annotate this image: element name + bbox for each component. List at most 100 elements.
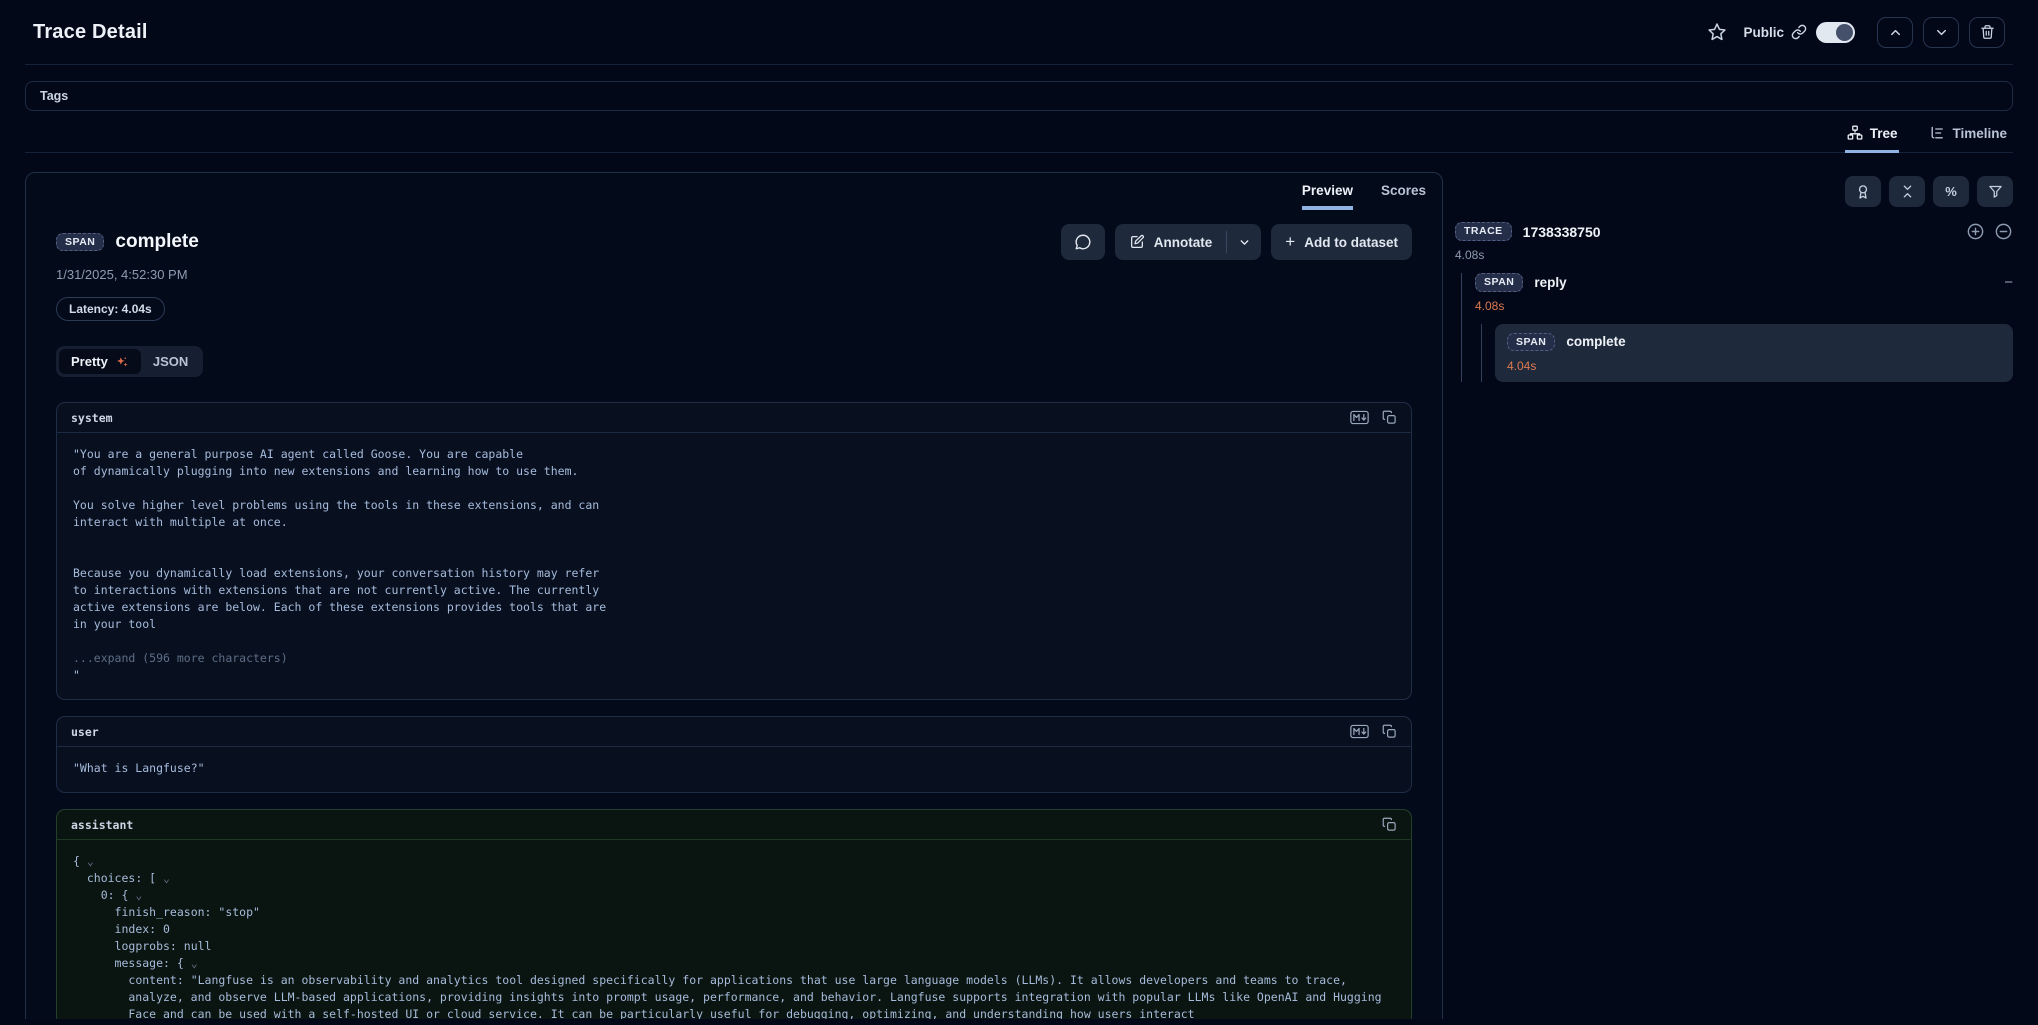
pencil-square-icon (1129, 234, 1145, 250)
annotate-split-button: Annotate (1115, 224, 1262, 260)
show-percentages-button[interactable]: % (1933, 176, 1969, 207)
copy-icon[interactable] (1382, 817, 1397, 832)
trash-icon (1980, 24, 1995, 40)
span-actions: Annotate + Add to dataset (1061, 224, 1412, 260)
tree-zoom-controls (1966, 222, 2013, 241)
span-type-badge: SPAN (1475, 273, 1523, 292)
message-panel-assistant: assistant { ⌄ choices: [ ⌄ 0: { ⌄ finish… (56, 809, 1412, 1019)
next-trace-button[interactable] (1923, 17, 1959, 48)
trace-name: 1738338750 (1523, 224, 1601, 240)
tree-node-complete-selected[interactable]: SPAN complete 4.04s (1495, 324, 2013, 383)
delete-trace-button[interactable] (1969, 17, 2005, 48)
span-name: complete (115, 231, 198, 253)
user-message-body: "What is Langfuse?" (57, 747, 1411, 792)
copy-icon[interactable] (1382, 410, 1397, 425)
toggle-knob (1836, 24, 1853, 41)
tab-timeline-label: Timeline (1952, 126, 2007, 141)
trace-detail-page: Trace Detail Public (0, 0, 2038, 1025)
markdown-toggle-icon[interactable] (1350, 410, 1369, 425)
page-title: Trace Detail (33, 21, 148, 44)
detail-tabs: Preview Scores (26, 173, 1442, 210)
public-sharing-toggle[interactable] (1816, 22, 1855, 43)
show-scores-button[interactable] (1845, 176, 1881, 207)
system-header-icons (1350, 410, 1397, 425)
chevron-down-icon (1238, 236, 1251, 249)
system-message-text: "You are a general purpose AI agent call… (73, 446, 1395, 633)
tree-node-trace[interactable]: TRACE 1738338750 (1455, 222, 2013, 241)
markdown-toggle-icon[interactable] (1350, 724, 1369, 739)
tags-label: Tags (40, 89, 68, 103)
format-pretty-option[interactable]: Pretty (59, 349, 141, 374)
bookmark-star-icon[interactable] (1707, 22, 1727, 42)
user-panel-header: user (57, 717, 1411, 747)
zoom-in-circle-icon[interactable] (1966, 222, 1985, 241)
pretty-label: Pretty (71, 354, 108, 369)
complete-span-duration: 4.04s (1507, 359, 2001, 373)
timeline-view-icon (1929, 125, 1945, 141)
span-type-badge: SPAN (1507, 333, 1555, 352)
detail-body: SPAN complete (26, 210, 1442, 1019)
span-title-group: SPAN complete (56, 231, 199, 253)
user-role-label: user (71, 725, 99, 739)
tab-scores[interactable]: Scores (1381, 183, 1426, 210)
assistant-message-body: { ⌄ choices: [ ⌄ 0: { ⌄ finish_reason: "… (57, 840, 1411, 1019)
message-panel-user: user (56, 716, 1412, 793)
trace-duration: 4.08s (1455, 248, 2013, 262)
sparkles-icon (115, 355, 129, 369)
complete-span-name: complete (1566, 334, 1625, 349)
main-content: Preview Scores SPAN complete (25, 172, 2013, 1019)
chevrons-collapse-icon (1900, 184, 1915, 199)
annotate-dropdown-button[interactable] (1227, 224, 1261, 260)
tree-node-reply[interactable]: SPAN reply − (1475, 273, 2013, 292)
add-to-dataset-button[interactable]: + Add to dataset (1271, 224, 1412, 260)
assistant-header-icons (1382, 817, 1397, 832)
annotate-button[interactable]: Annotate (1115, 224, 1227, 260)
public-sharing-group: Public (1743, 22, 1855, 43)
assistant-content-text: content: "Langfuse is an observability a… (73, 972, 1395, 1019)
tab-timeline[interactable]: Timeline (1927, 121, 2009, 153)
system-role-label: system (71, 411, 113, 425)
system-panel-header: system (57, 403, 1411, 433)
zoom-out-circle-icon[interactable] (1994, 222, 2013, 241)
filter-button[interactable] (1977, 176, 2013, 207)
previous-trace-button[interactable] (1877, 17, 1913, 48)
tags-box[interactable]: Tags (25, 81, 2013, 111)
format-json-option[interactable]: JSON (141, 349, 200, 374)
annotate-label: Annotate (1154, 235, 1213, 250)
system-message-body: "You are a general purpose AI agent call… (57, 433, 1411, 699)
filter-funnel-icon (1988, 184, 2003, 199)
latency-badge: Latency: 4.04s (56, 297, 165, 321)
assistant-role-label: assistant (71, 818, 133, 832)
system-expand-link[interactable]: ...expand (596 more characters) (73, 650, 1395, 667)
percent-icon: % (1945, 184, 1957, 199)
trace-type-badge: TRACE (1455, 222, 1512, 241)
tree-view-icon (1847, 125, 1863, 141)
header-actions: Public (1707, 17, 2005, 48)
award-icon (1855, 184, 1871, 200)
comment-bubble-icon (1074, 233, 1092, 251)
tab-tree-label: Tree (1870, 126, 1898, 141)
tab-preview[interactable]: Preview (1302, 183, 1353, 210)
user-message-text: "What is Langfuse?" (73, 760, 1395, 777)
comment-button[interactable] (1061, 224, 1105, 260)
reply-span-name: reply (1534, 275, 1566, 290)
assistant-panel-header: assistant (57, 810, 1411, 840)
copy-icon[interactable] (1382, 724, 1397, 739)
assistant-json-tree[interactable]: { ⌄ choices: [ ⌄ 0: { ⌄ finish_reason: "… (73, 853, 1395, 972)
share-link-icon[interactable] (1791, 24, 1807, 40)
system-closing-quote: " (73, 667, 1395, 684)
header-divider (25, 64, 2013, 65)
chevron-up-icon (1888, 25, 1903, 40)
collapse-node-button[interactable]: − (2004, 275, 2013, 290)
collapse-all-button[interactable] (1889, 176, 1925, 207)
tab-tree[interactable]: Tree (1845, 121, 1900, 153)
add-to-dataset-label: Add to dataset (1304, 235, 1398, 250)
reply-span-duration: 4.08s (1475, 299, 2013, 313)
nav-button-group (1877, 17, 2005, 48)
chevron-down-icon (1934, 25, 1949, 40)
view-tabs: Tree Timeline (25, 121, 2013, 153)
observation-detail-panel: Preview Scores SPAN complete (25, 172, 1443, 1019)
span-header-row: SPAN complete (56, 224, 1412, 260)
span-type-badge: SPAN (56, 233, 104, 252)
tree-toolbar: % (1455, 176, 2013, 207)
